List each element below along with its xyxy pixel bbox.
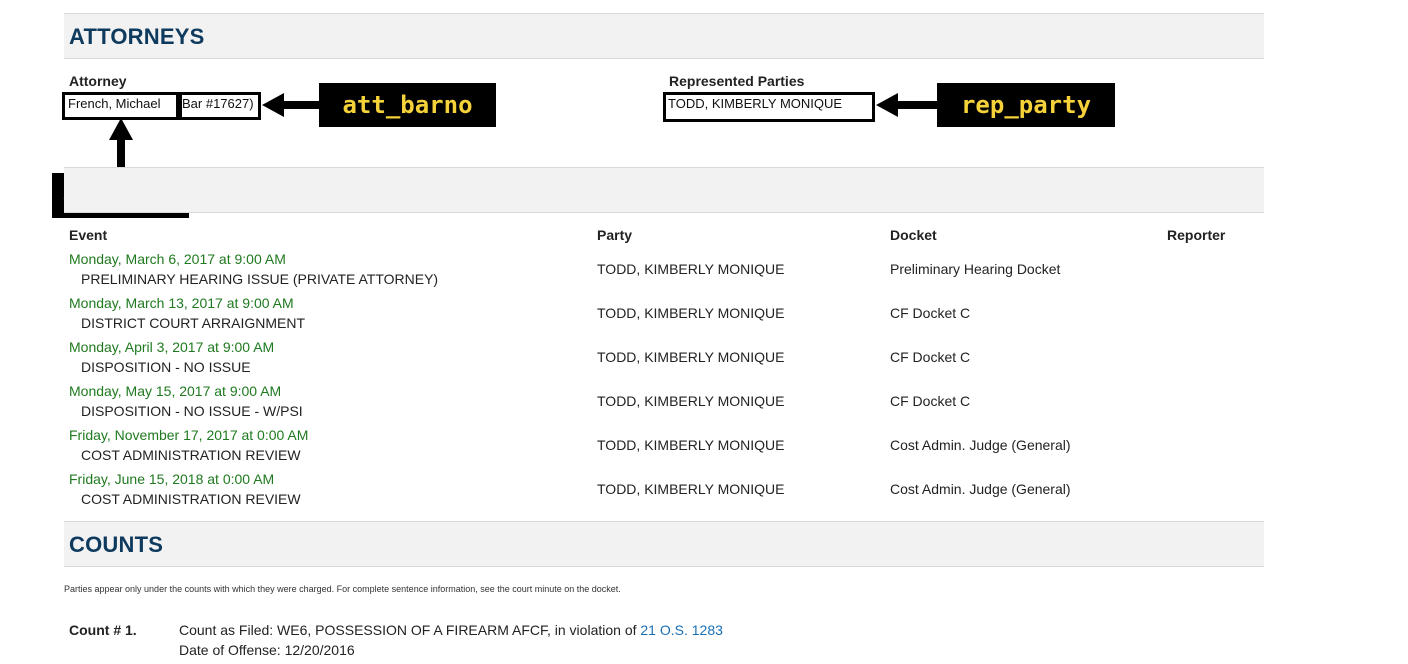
event-column-header: Event	[69, 227, 108, 243]
event-description: DISPOSITION - NO ISSUE	[81, 359, 251, 375]
event-description: DISTRICT COURT ARRAIGNMENT	[81, 315, 306, 331]
event-party: TODD, KIMBERLY MONIQUE	[597, 437, 785, 453]
count-number-label: Count # 1.	[69, 622, 137, 638]
event-party: TODD, KIMBERLY MONIQUE	[597, 349, 785, 365]
arrow-up-icon	[109, 118, 133, 172]
docket-column-header: Docket	[890, 227, 937, 243]
event-party: TODD, KIMBERLY MONIQUE	[597, 393, 785, 409]
party-column-header: Party	[597, 227, 633, 243]
represented-parties-column-label: Represented Parties	[669, 73, 805, 89]
event-date: Friday, November 17, 2017 at 0:00 AM	[69, 427, 309, 443]
attorney-bar-number-box: Bar #17627)	[179, 92, 261, 120]
event-docket: CF Docket C	[890, 349, 971, 365]
date-of-offense: Date of Offense: 12/20/2016	[179, 642, 355, 658]
event-party: TODD, KIMBERLY MONIQUE	[597, 261, 785, 277]
event-docket: Cost Admin. Judge (General)	[890, 437, 1071, 453]
count-as-filed-text: Count as Filed: WE6, POSSESSION OF A FIR…	[179, 622, 641, 638]
event-date: Friday, June 15, 2018 at 0:00 AM	[69, 471, 275, 487]
event-docket: Cost Admin. Judge (General)	[890, 481, 1071, 497]
attorney-column-label: Attorney	[69, 73, 127, 89]
event-description: DISPOSITION - NO ISSUE - W/PSI	[81, 403, 303, 419]
counts-section-header: COUNTS	[64, 521, 1264, 567]
event-date: Monday, March 6, 2017 at 9:00 AM	[69, 251, 286, 267]
counts-note: Parties appear only under the counts wit…	[64, 584, 621, 594]
represented-party-box: TODD, KIMBERLY MONIQUE	[663, 92, 875, 122]
event-description: PRELIMINARY HEARING ISSUE (PRIVATE ATTOR…	[81, 271, 439, 287]
event-party: TODD, KIMBERLY MONIQUE	[597, 481, 785, 497]
event-date: Monday, May 15, 2017 at 9:00 AM	[69, 383, 282, 399]
event-party: TODD, KIMBERLY MONIQUE	[597, 305, 785, 321]
event-date: Monday, March 13, 2017 at 9:00 AM	[69, 295, 294, 311]
event-description: COST ADMINISTRATION REVIEW	[81, 491, 301, 507]
counts-title: COUNTS	[69, 532, 164, 557]
event-docket: Preliminary Hearing Docket	[890, 261, 1061, 277]
reporter-column-header: Reporter	[1167, 227, 1226, 243]
arrow-left-icon	[262, 93, 320, 117]
att-barno-annotation-tag: att_barno	[319, 83, 496, 127]
rep-party-annotation-tag: rep_party	[937, 83, 1115, 127]
attorneys-title: ATTORNEYS	[69, 24, 205, 49]
count-as-filed: Count as Filed: WE6, POSSESSION OF A FIR…	[179, 622, 723, 638]
attorneys-section-header: ATTORNEYS	[64, 13, 1264, 59]
event-description: COST ADMINISTRATION REVIEW	[81, 447, 301, 463]
attorney-name-box: French, Michael	[62, 92, 179, 120]
event-docket: CF Docket C	[890, 305, 971, 321]
statute-link[interactable]: 21 O.S. 1283	[640, 622, 723, 638]
arrow-left-icon	[876, 93, 938, 117]
events-section-header	[64, 167, 1264, 213]
event-date: Monday, April 3, 2017 at 9:00 AM	[69, 339, 275, 355]
event-docket: CF Docket C	[890, 393, 971, 409]
